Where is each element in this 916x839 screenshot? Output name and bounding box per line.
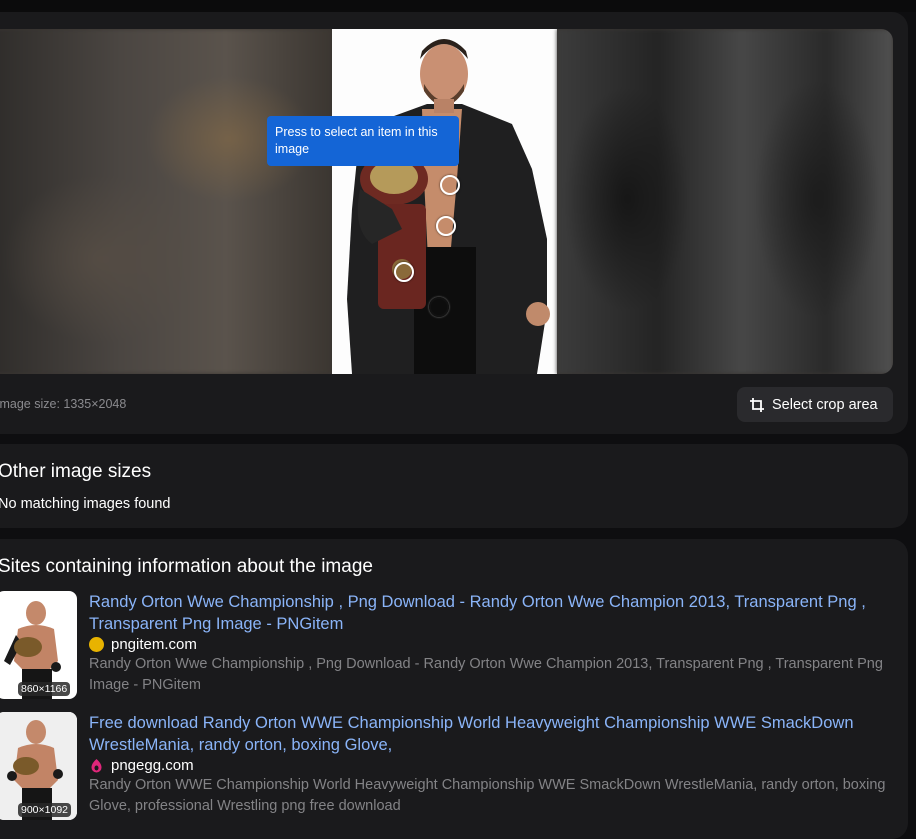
result-source[interactable]: pngitem.com bbox=[89, 636, 197, 653]
blurred-background-right bbox=[557, 29, 893, 374]
other-sizes-card bbox=[0, 444, 908, 528]
select-item-tooltip: Press to select an item in this image bbox=[267, 116, 459, 166]
query-image[interactable] bbox=[332, 29, 557, 374]
pngegg-favicon-icon bbox=[91, 759, 102, 773]
select-crop-area-button[interactable]: Select crop area bbox=[737, 387, 893, 422]
thumbnail-dimensions: 860×1166 bbox=[18, 682, 71, 696]
pngitem-favicon-icon bbox=[89, 637, 104, 652]
image-size-label: Image size: 1335×2048 bbox=[0, 397, 127, 411]
sites-heading: Sites containing information about the i… bbox=[0, 556, 373, 577]
result-thumbnail[interactable]: 860×1166 bbox=[0, 591, 77, 699]
result-description: Randy Orton Wwe Championship , Png Downl… bbox=[89, 656, 883, 693]
result-domain: pngitem.com bbox=[111, 636, 197, 653]
result-title-link[interactable]: Randy Orton Wwe Championship , Png Downl… bbox=[89, 591, 894, 635]
select-item-hotspot[interactable] bbox=[429, 297, 449, 317]
image-viewer[interactable] bbox=[0, 29, 893, 374]
blurred-background-left bbox=[0, 29, 332, 374]
thumbnail-dimensions: 900×1092 bbox=[18, 803, 72, 817]
no-matches-text: No matching images found bbox=[0, 496, 171, 512]
top-bar bbox=[0, 0, 916, 12]
result-title-link[interactable]: Free download Randy Orton WWE Championsh… bbox=[89, 712, 894, 756]
select-item-hotspot[interactable] bbox=[440, 175, 460, 195]
select-item-hotspot[interactable] bbox=[436, 216, 456, 236]
select-crop-area-label: Select crop area bbox=[772, 396, 878, 413]
result-domain: pngegg.com bbox=[111, 757, 194, 774]
result-source[interactable]: pngegg.com bbox=[89, 757, 194, 774]
result-thumbnail[interactable]: 900×1092 bbox=[0, 712, 77, 820]
other-sizes-heading: Other image sizes bbox=[0, 461, 152, 482]
crop-icon bbox=[750, 397, 764, 412]
result-description: Randy Orton WWE Championship World Heavy… bbox=[89, 777, 886, 814]
select-item-hotspot[interactable] bbox=[394, 262, 414, 282]
